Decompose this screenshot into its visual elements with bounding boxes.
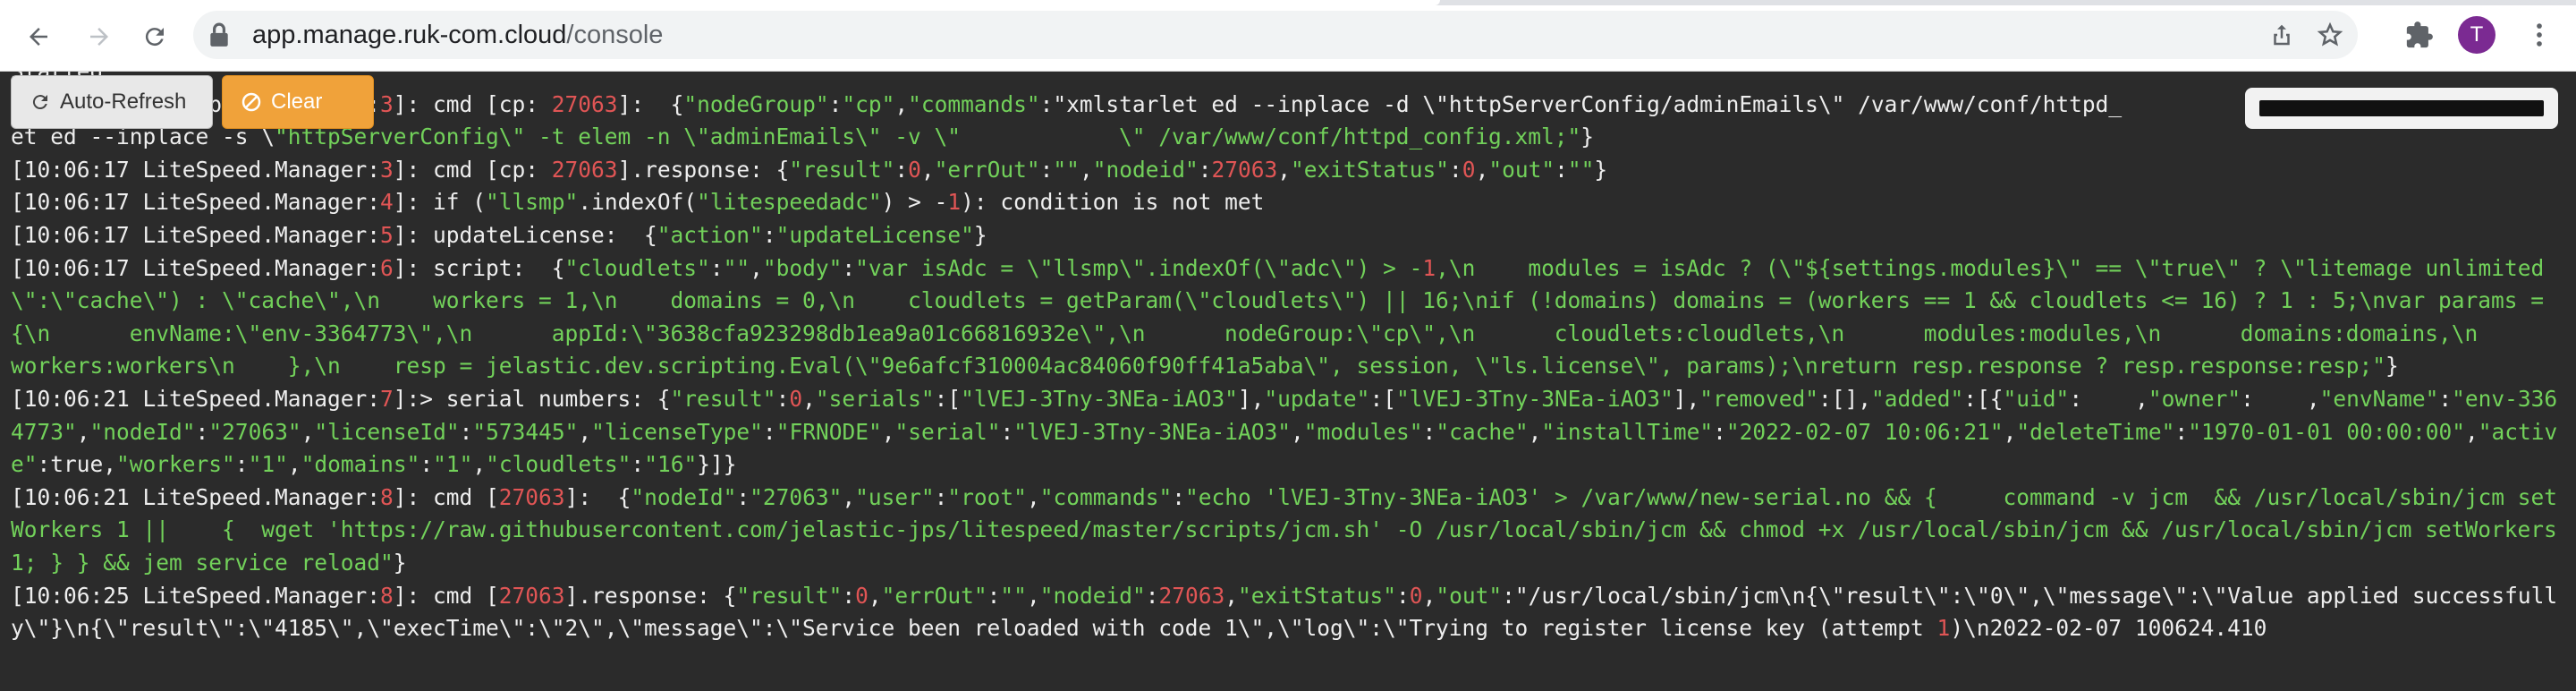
log-line: [10:06:17 LiteSpeed.Manager:3]: cmd [cp:… (11, 90, 2123, 117)
redacted-tooltip (2245, 88, 2558, 129)
log-line: [10:06:17 LiteSpeed.Manager:6]: script: … (11, 254, 2557, 380)
redaction-bar (2259, 100, 2544, 116)
extensions-puzzle-icon[interactable] (2404, 20, 2435, 50)
bookmark-star-icon[interactable] (2317, 21, 2343, 48)
forward-button[interactable] (79, 16, 120, 57)
share-icon[interactable] (2268, 21, 2295, 48)
reload-button[interactable] (134, 16, 175, 57)
url-path: /console (566, 21, 664, 49)
log-line: et ed --inplace -s \"httpServerConfig\" … (11, 124, 1595, 150)
log-text: Started ...[10:06:17 LiteSpeed.Manager:3… (11, 72, 2569, 645)
profile-avatar[interactable]: T (2458, 16, 2496, 54)
browser-chrome: app.manage.ruk-com.cloud/console T (0, 0, 2576, 72)
back-button[interactable] (18, 16, 59, 57)
console-toolbar: Auto-Refresh Clear (11, 75, 374, 129)
lock-icon[interactable] (208, 22, 231, 47)
active-tab[interactable] (0, 0, 1440, 5)
reload-icon (145, 28, 164, 47)
ban-icon (242, 92, 261, 112)
address-bar[interactable]: app.manage.ruk-com.cloud/console (193, 11, 2358, 59)
log-line: [10:06:21 LiteSpeed.Manager:7]:> serial … (11, 385, 2558, 478)
forward-arrow-icon (90, 28, 108, 46)
log-line: Started ... (11, 72, 2569, 89)
console-output[interactable]: Started ...[10:06:17 LiteSpeed.Manager:3… (0, 72, 2576, 691)
back-arrow-icon (30, 28, 47, 46)
clear-button[interactable]: Clear (222, 75, 374, 129)
log-line: [10:06:17 LiteSpeed.Manager:5]: updateLi… (11, 221, 987, 248)
more-menu-icon[interactable] (2524, 20, 2555, 50)
clear-label: Clear (271, 90, 323, 114)
auto-refresh-button[interactable]: Auto-Refresh (11, 75, 213, 129)
log-line: [10:06:25 LiteSpeed.Manager:8]: cmd [270… (11, 582, 2558, 642)
log-line: [10:06:17 LiteSpeed.Manager:4]: if ("lls… (11, 189, 1265, 216)
refresh-icon (32, 95, 47, 110)
url-host: app.manage.ruk-com.cloud (252, 21, 567, 49)
auto-refresh-label: Auto-Refresh (60, 90, 187, 114)
log-line: [10:06:21 LiteSpeed.Manager:8]: cmd [270… (11, 483, 2571, 576)
tab-strip (0, 0, 2576, 5)
log-line: [10:06:17 LiteSpeed.Manager:3]: cmd [cp:… (11, 156, 1608, 183)
url-text[interactable]: app.manage.ruk-com.cloud/console (252, 21, 663, 49)
